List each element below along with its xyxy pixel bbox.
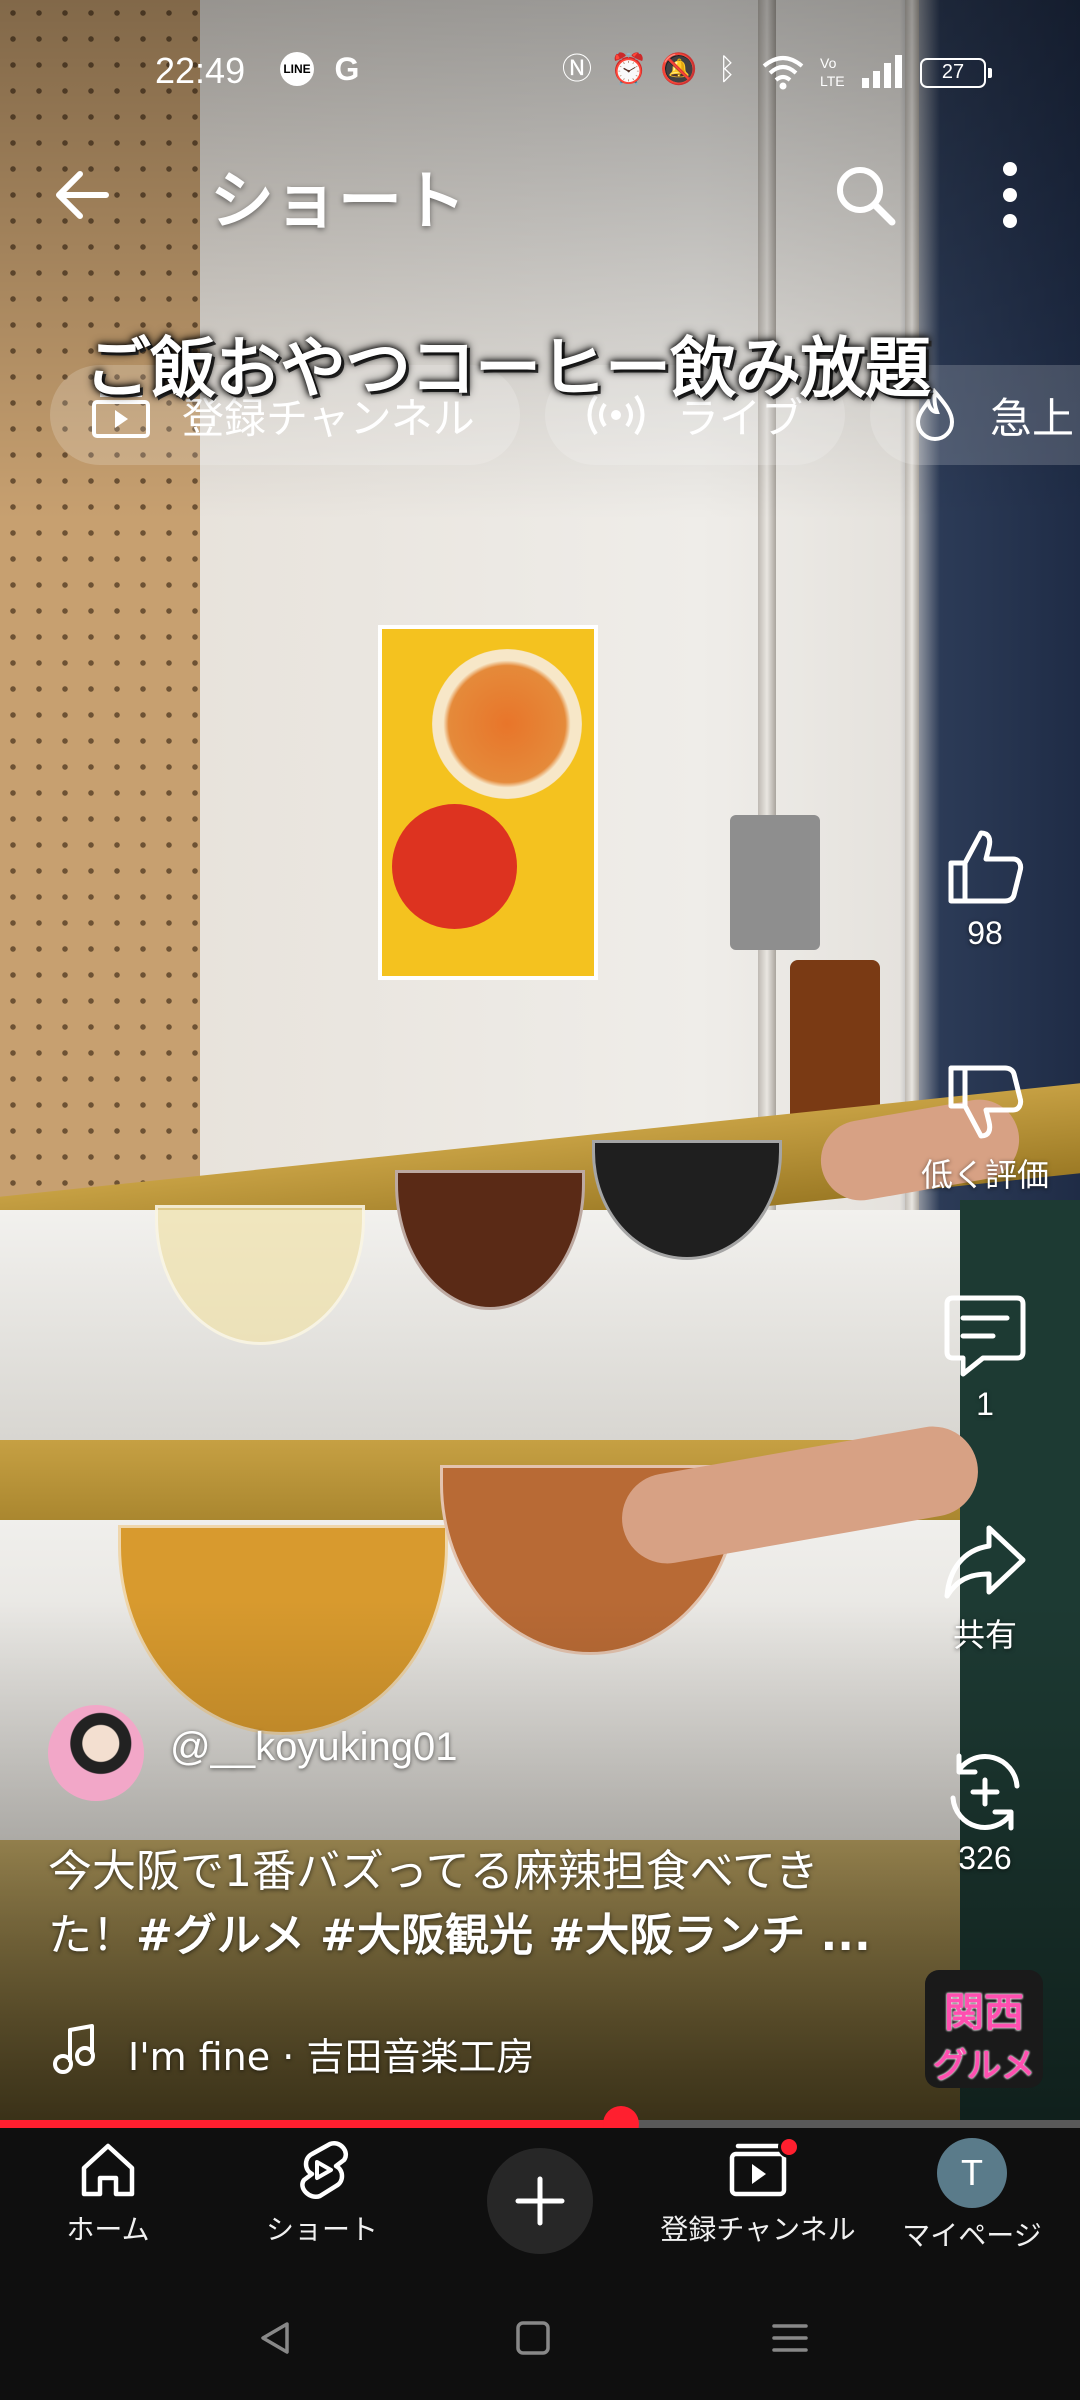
plus-icon	[515, 2176, 565, 2226]
google-notification-icon: G	[334, 51, 360, 87]
music-title: I'm fine · 吉田音楽工房	[128, 2035, 535, 2079]
share-icon	[944, 1525, 1026, 1599]
remix-button[interactable]: 326	[920, 1750, 1050, 1877]
channel-avatar[interactable]	[48, 1705, 144, 1801]
share-label: 共有	[952, 1617, 1017, 1653]
nav-subscriptions[interactable]: 登録チャンネル	[658, 2136, 858, 2248]
remix-count: 326	[958, 1840, 1012, 1876]
nfc-icon: Ⓝ	[562, 52, 592, 87]
description-text: た！	[48, 1910, 136, 1961]
system-menu-icon[interactable]	[770, 2318, 810, 2358]
nav-label: ホーム	[66, 2213, 150, 2246]
system-navigation-bar	[0, 2278, 1080, 2400]
status-bar: 22:49 LINE G Ⓝ ⏰ 🔕 ᛒ Vo LTE 27	[0, 30, 1080, 110]
badge-text-line2: グルメ	[933, 2046, 1035, 2086]
remix-icon	[950, 1753, 1020, 1831]
description-line: た！#グルメ #大阪観光 #大阪ランチ ...	[48, 1904, 898, 1968]
description-hashtags[interactable]: #グルメ #大阪観光 #大阪ランチ ...	[136, 1910, 871, 1961]
thumbs-down-icon	[948, 1065, 1024, 1139]
description-line: 今大阪で1番バズってる麻辣担食べてき	[48, 1846, 819, 1897]
music-note-icon	[53, 2024, 95, 2074]
dislike-button[interactable]: 低く評価	[920, 1060, 1050, 1196]
comments-button[interactable]: 1	[920, 1290, 1050, 1423]
status-time: 22:49	[155, 50, 246, 91]
bottom-navigation: ホーム ショート 登録チャンネル T マイページ	[0, 2128, 1080, 2278]
nav-label: 登録チャンネル	[660, 2213, 856, 2246]
create-button[interactable]	[487, 2148, 593, 2254]
nav-label: ショート	[265, 2213, 378, 2246]
user-avatar: T	[937, 2138, 1007, 2208]
share-button[interactable]: 共有	[920, 1520, 1050, 1656]
page-title: ショート	[210, 165, 466, 239]
progress-fill	[0, 2120, 621, 2128]
video-progress-bar[interactable]	[0, 2106, 1080, 2142]
signal-icon	[862, 55, 902, 88]
dislike-label: 低く評価	[920, 1157, 1049, 1193]
music-info[interactable]: I'm fine · 吉田音楽工房	[52, 2020, 902, 2080]
nav-home[interactable]: ホーム	[8, 2138, 208, 2248]
channel-handle[interactable]: @__koyuking01	[170, 1725, 457, 1770]
like-button[interactable]: 98	[920, 825, 1050, 952]
search-icon[interactable]	[830, 160, 900, 230]
comment-icon	[944, 1295, 1026, 1377]
svg-text:Vo: Vo	[820, 55, 837, 71]
mute-icon: 🔕	[660, 52, 698, 87]
system-back-icon[interactable]	[255, 2318, 295, 2358]
bluetooth-icon: ᛒ	[718, 52, 736, 87]
badge-text-line1: 関西	[944, 1990, 1024, 2036]
volte-icon: Vo LTE	[820, 55, 845, 89]
shorts-header: ショート	[0, 140, 1080, 250]
more-options-icon[interactable]	[975, 155, 1045, 235]
new-content-dot	[778, 2136, 800, 2158]
shorts-icon	[300, 2140, 348, 2200]
nav-shorts[interactable]: ショート	[222, 2138, 422, 2248]
alarm-icon: ⏰	[610, 52, 648, 87]
nav-label: マイページ	[902, 2219, 1042, 2252]
like-count: 98	[967, 915, 1003, 951]
system-home-icon[interactable]	[513, 2318, 553, 2358]
line-notification-icon: LINE	[280, 52, 314, 86]
comment-count: 1	[976, 1386, 994, 1422]
video-electric-box	[730, 815, 820, 950]
back-arrow-icon[interactable]	[48, 160, 118, 230]
battery-indicator: 27	[920, 58, 992, 88]
video-description[interactable]: 今大阪で1番バズってる麻辣担食べてき た！#グルメ #大阪観光 #大阪ランチ .…	[48, 1840, 898, 1968]
wifi-icon	[762, 56, 804, 90]
channel-info[interactable]: @__koyuking01	[48, 1705, 848, 1805]
chip-label: 急上	[990, 393, 1075, 443]
nav-mypage[interactable]: T マイページ	[872, 2138, 1072, 2254]
svg-text:LTE: LTE	[820, 73, 845, 89]
video-poster	[378, 625, 598, 980]
video-overlay-caption: ご飯おやつコーヒー飲み放題	[85, 329, 931, 407]
thumbs-up-icon	[948, 830, 1024, 904]
channel-thumbnail-badge[interactable]: 関西 グルメ	[925, 1970, 1043, 2088]
home-icon	[81, 2143, 135, 2197]
